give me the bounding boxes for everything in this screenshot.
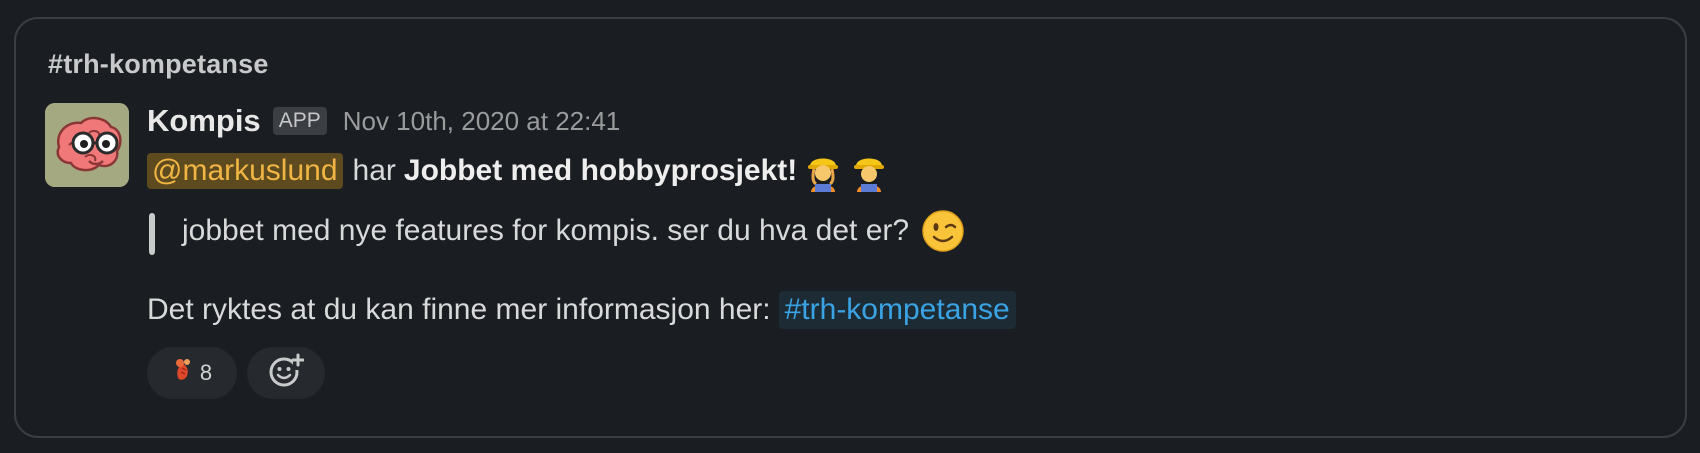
message-line-1: @markuslund har Jobbet med hobbyprosjekt… [147,147,1665,195]
message-meta: Kompis APP Nov 10th, 2020 at 22:41 [147,99,1665,143]
winking-face-icon [921,209,965,253]
info-text: Det ryktes at du kan finne mer informasj… [147,293,771,326]
author-name[interactable]: Kompis [147,103,261,139]
add-emoji-icon [268,352,305,394]
quote-text: jobbet med nye features for kompis. ser … [182,214,910,247]
woman-construction-worker-icon [803,150,843,192]
app-badge: APP [272,107,327,135]
avatar[interactable] [45,103,129,187]
quote-line: jobbet med nye features for kompis. ser … [182,209,965,253]
brain-glasses-icon [45,103,129,187]
channel-header[interactable]: #trh-kompetanse [48,49,269,80]
reactions-bar: 8 [147,347,1665,399]
add-reaction-button[interactable] [247,347,325,399]
user-mention[interactable]: @markuslund [147,153,343,189]
timestamp[interactable]: Nov 10th, 2020 at 22:41 [343,106,621,137]
achievement-text: Jobbet med hobbyprosjekt! [403,154,798,187]
reaction-pill[interactable]: 8 [147,347,237,399]
man-construction-worker-icon [849,150,889,192]
message-verb: har [352,154,396,187]
channel-link[interactable]: #trh-kompetanse [778,291,1016,329]
message-card: #trh-kompetanse Kompis APP Nov 10th, 202… [14,17,1687,438]
reaction-count: 8 [199,360,213,385]
message-line-2: Det ryktes at du kan finne mer informasj… [147,287,1665,333]
block-quote: jobbet med nye features for kompis. ser … [147,205,1665,257]
lobster-icon [172,358,194,388]
quote-bar [149,213,155,255]
message-body: Kompis APP Nov 10th, 2020 at 22:41 @mark… [147,99,1665,399]
